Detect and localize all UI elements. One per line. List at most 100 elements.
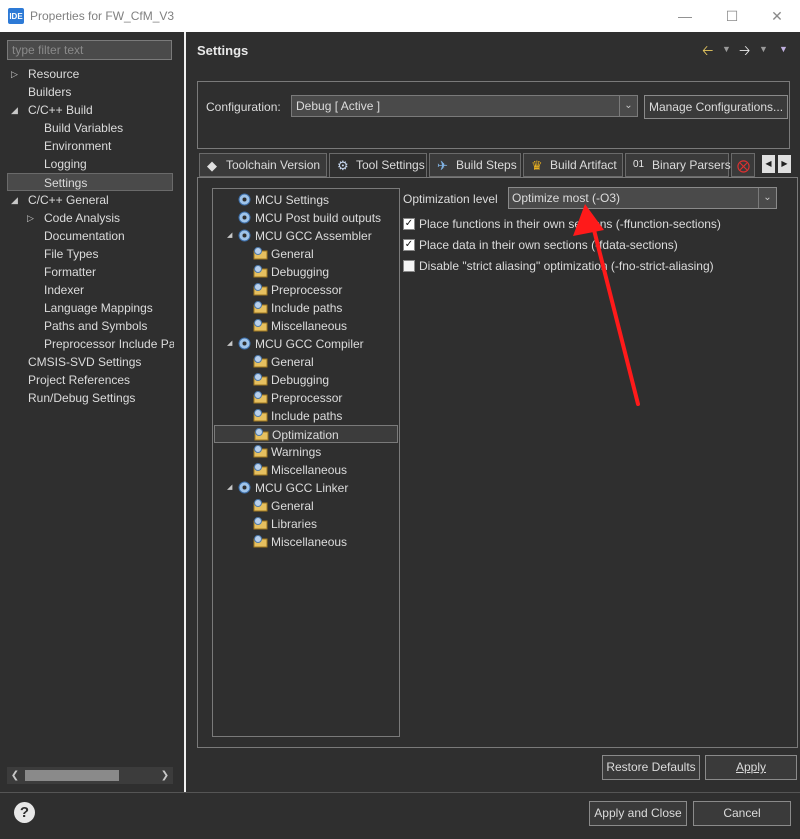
collapse-arrow-icon[interactable]: ◢ [227,335,232,353]
back-menu-icon[interactable]: ▼ [722,44,731,54]
sidebar-item-formatter[interactable]: Formatter [44,263,96,281]
checkbox-unchecked[interactable] [403,260,415,272]
steps-icon: ✈ [437,158,448,173]
properties-sidebar: type filter text ▷ Resource Builders ◢ C… [0,32,184,792]
option-folder-icon [253,499,268,512]
scroll-left-icon[interactable]: ❮ [7,767,23,784]
tab-label: Binary Parsers [652,158,731,172]
collapse-arrow-icon[interactable]: ◢ [11,195,18,206]
tool-tree-item[interactable]: Optimization [214,425,398,443]
scrollbar-thumb[interactable] [25,770,119,781]
tool-tree-item[interactable]: Warnings [253,443,321,461]
collapse-arrow-icon[interactable]: ◢ [227,227,232,245]
restore-defaults-button[interactable]: Restore Defaults [602,755,700,780]
sidebar-item-environment[interactable]: Environment [44,137,111,155]
sidebar-item-cpp-build[interactable]: C/C++ Build [28,101,93,119]
sidebar-item-project-references[interactable]: Project References [28,371,130,389]
tab-scroll-left-icon[interactable]: ◀ [762,155,775,173]
tool-gear-icon [238,229,251,242]
sidebar-item-resource[interactable]: Resource [28,65,79,83]
sidebar-item-paths-and-symbols[interactable]: Paths and Symbols [44,317,147,335]
tool-tree-item[interactable]: ◢ MCU GCC Assembler [227,227,372,245]
tab-scroll-right-icon[interactable]: ▶ [778,155,791,173]
maximize-icon[interactable]: ☐ [709,0,755,32]
tool-tree-label: Miscellaneous [271,319,348,333]
forward-arrow-icon[interactable]: 🡢 [739,40,750,64]
help-icon[interactable]: ? [14,802,35,823]
tool-tree-label: Include paths [271,301,343,315]
tab-tool-settings[interactable]: ⚙ Tool Settings [329,153,427,178]
tab-error-parsers[interactable]: ⨂ [731,153,755,177]
sidebar-item-documentation[interactable]: Documentation [44,227,125,245]
cancel-button[interactable]: Cancel [693,801,791,826]
tool-tree-item[interactable]: Miscellaneous [253,461,347,479]
sidebar-item-preprocessor-include-paths[interactable]: Preprocessor Include Pat [44,335,174,353]
tool-tree-label: Debugging [271,373,330,387]
collapse-arrow-icon[interactable]: ◢ [11,105,18,116]
expand-arrow-icon[interactable]: ▷ [27,213,34,224]
apply-and-close-button[interactable]: Apply and Close [589,801,687,826]
configuration-select[interactable]: Debug [ Active ] ⌄ [291,95,638,117]
tool-tree-item[interactable]: General [253,497,314,515]
tab-binary-parsers[interactable]: 01 Binary Parsers [625,153,731,177]
tool-tree-label: Preprocessor [271,391,343,405]
view-menu-icon[interactable]: ▼ [779,44,788,54]
sidebar-item-cpp-general[interactable]: C/C++ General [28,191,109,209]
tool-tree-item[interactable]: Include paths [253,299,342,317]
checkbox-checked[interactable]: ✓ [403,218,415,230]
strict-aliasing-option[interactable]: Disable "strict aliasing" optimization (… [403,258,714,274]
checkbox-checked[interactable]: ✓ [403,239,415,251]
sidebar-item-settings[interactable]: Settings [7,173,173,191]
tool-tree-label: MCU Post build outputs [255,211,382,225]
tab-label: Build Artifact [550,158,617,172]
chevron-down-icon[interactable]: ⌄ [758,188,776,208]
tool-tree-item[interactable]: MCU Post build outputs [237,209,381,227]
chevron-down-icon[interactable]: ⌄ [619,96,637,116]
back-arrow-icon[interactable]: 🡠 [702,40,713,64]
sidebar-item-run-debug-settings[interactable]: Run/Debug Settings [28,389,135,407]
tool-tree-item[interactable]: Miscellaneous [253,533,347,551]
filter-input[interactable]: type filter text [7,40,172,60]
dialog-footer: ? Apply and Close Cancel [0,792,800,839]
tool-tree-item[interactable]: General [253,245,314,263]
sidebar-item-code-analysis[interactable]: Code Analysis [44,209,120,227]
sidebar-item-build-variables[interactable]: Build Variables [44,119,123,137]
manage-configurations-button[interactable]: Manage Configurations... [644,95,788,119]
horizontal-scrollbar[interactable]: ❮ ❯ [7,767,173,784]
tool-tree-item[interactable]: Debugging [253,263,329,281]
tool-tree-item[interactable]: Include paths [253,407,342,425]
optimization-level-select[interactable]: Optimize most (-O3) ⌄ [508,187,777,209]
option-folder-icon [253,409,268,422]
tool-tree-item[interactable]: Debugging [253,371,329,389]
collapse-arrow-icon[interactable]: ◢ [227,479,232,497]
tool-tree-item[interactable]: ◢ MCU GCC Linker [227,479,348,497]
tab-build-artifact[interactable]: ♛ Build Artifact [523,153,623,177]
tool-tree-item[interactable]: Preprocessor [253,389,342,407]
function-sections-option[interactable]: ✓ Place functions in their own sections … [403,216,721,232]
tool-tree-item[interactable]: Libraries [253,515,317,533]
close-icon[interactable]: ✕ [754,0,800,32]
sidebar-item-logging[interactable]: Logging [44,155,87,173]
tool-tree-item[interactable]: MCU Settings [237,191,329,209]
tool-tree-item[interactable]: Miscellaneous [253,317,347,335]
tool-tree-item[interactable]: ◢ MCU GCC Compiler [227,335,364,353]
apply-button[interactable]: Apply [705,755,797,780]
sidebar-item-indexer[interactable]: Indexer [44,281,84,299]
sidebar-item-builders[interactable]: Builders [28,83,71,101]
sidebar-item-cmsis-svd-settings[interactable]: CMSIS-SVD Settings [28,353,141,371]
data-sections-label: Place data in their own sections (-fdata… [419,238,678,252]
tool-tree-item[interactable]: Preprocessor [253,281,342,299]
sidebar-item-language-mappings[interactable]: Language Mappings [44,299,153,317]
sidebar-item-file-types[interactable]: File Types [44,245,98,263]
forward-menu-icon[interactable]: ▼ [759,44,768,54]
option-folder-icon [253,247,268,260]
tab-toolchain-version[interactable]: ◆ Toolchain Version [199,153,327,177]
tab-build-steps[interactable]: ✈ Build Steps [429,153,521,177]
tool-tree-item[interactable]: General [253,353,314,371]
option-folder-icon [253,391,268,404]
expand-arrow-icon[interactable]: ▷ [11,69,18,80]
data-sections-option[interactable]: ✓ Place data in their own sections (-fda… [403,237,678,253]
minimize-icon[interactable]: — [662,0,708,32]
scroll-right-icon[interactable]: ❯ [157,767,173,784]
tool-tree-label: General [271,499,314,513]
